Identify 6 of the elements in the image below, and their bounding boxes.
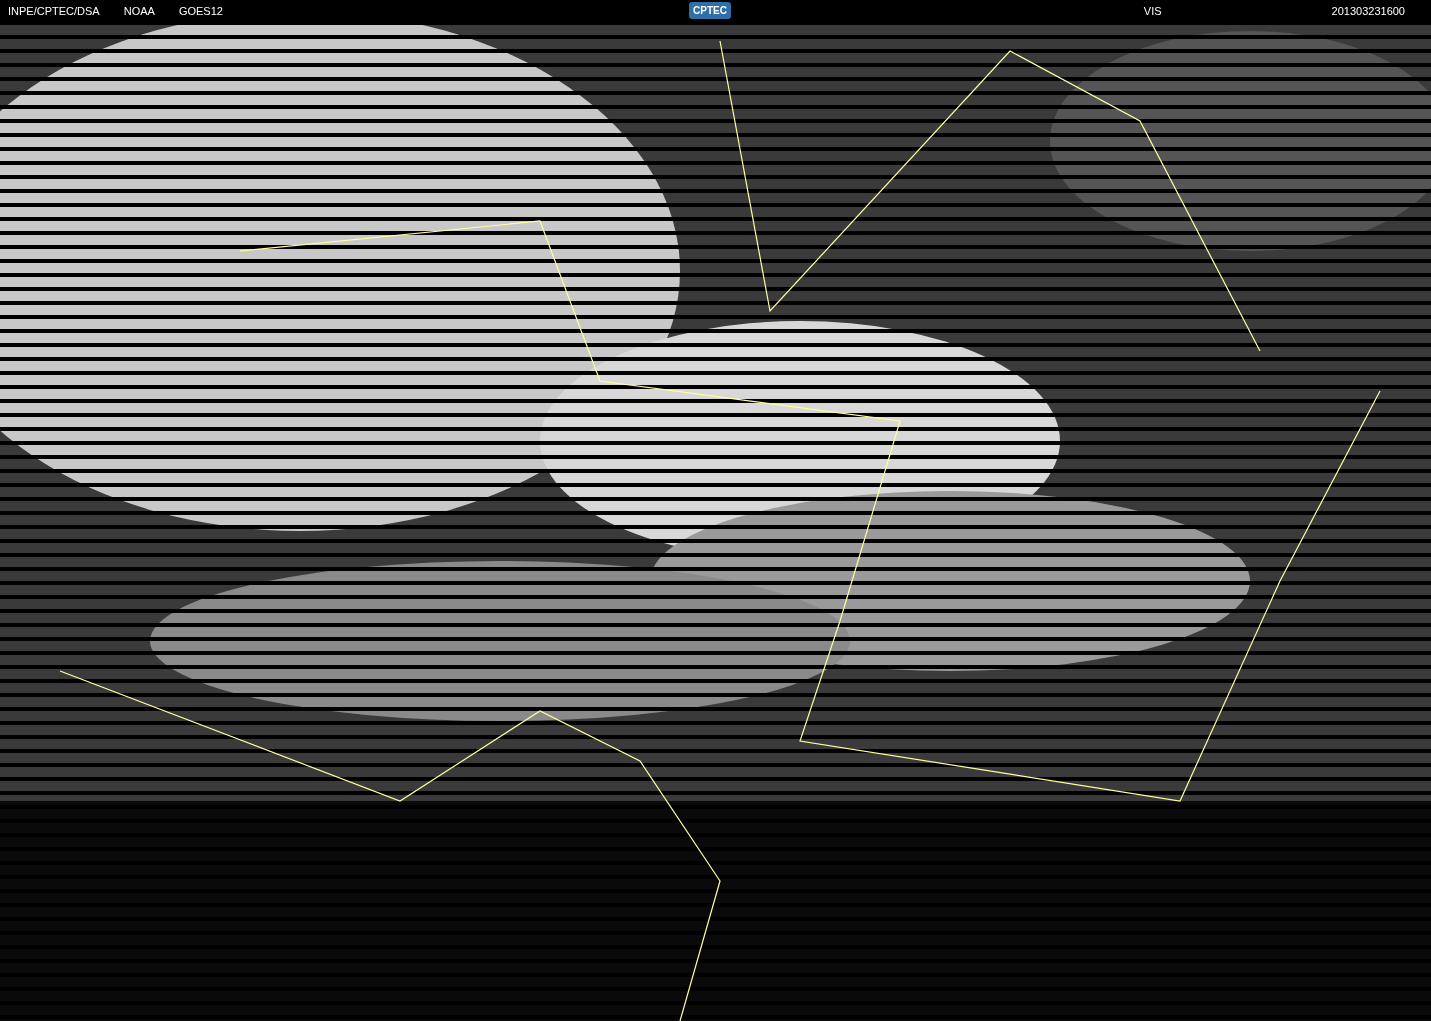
- timestamp: 201303231600: [1331, 4, 1405, 17]
- logo: CPTEC: [689, 2, 731, 19]
- header-label: GOES12: [178, 4, 223, 17]
- header-label: NOAA: [123, 4, 155, 17]
- channel-label: VIS: [1143, 4, 1162, 17]
- header-label: INPE/CPTEC/DSA: [8, 4, 100, 17]
